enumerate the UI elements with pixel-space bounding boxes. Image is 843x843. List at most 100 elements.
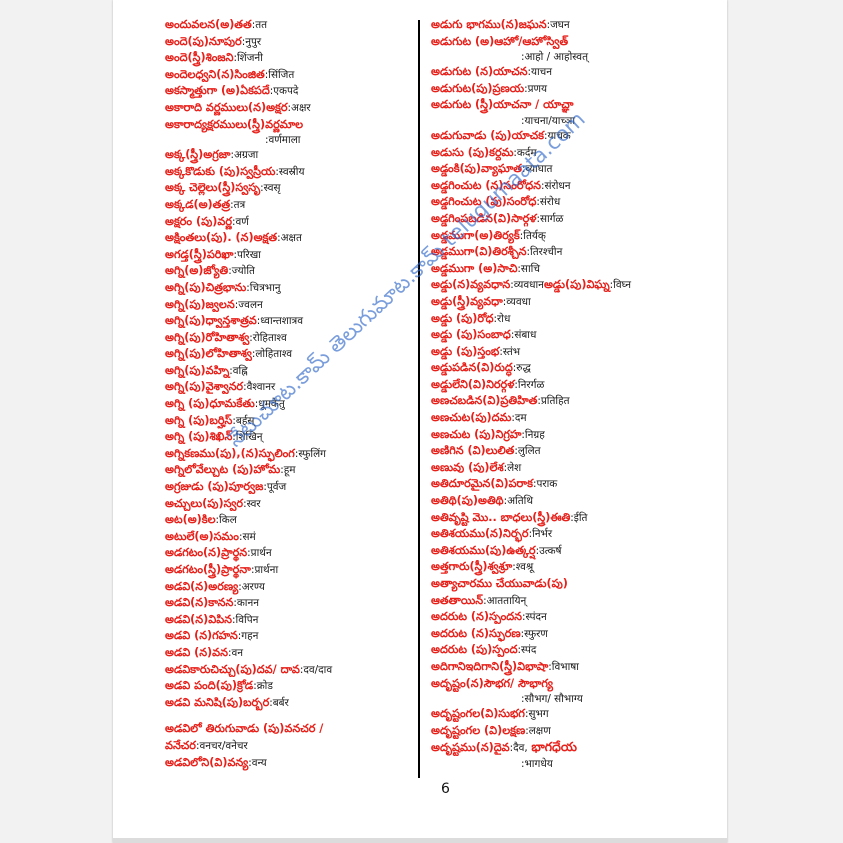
hindi-term: :स्वर (243, 497, 261, 510)
telugu-term: అగ్ని (పు)శిఖిన్ (165, 430, 233, 444)
telugu-term: అకస్మాత్తుగా (అ)ఏకపదే (165, 84, 270, 98)
telugu-term: అడవి పంది(పు)క్రోడ (165, 679, 254, 693)
hindi-term: :कानन (233, 597, 260, 610)
page-number: 6 (441, 781, 450, 797)
telugu-term: అతిశయము(పు)ఉత్కర్ష (431, 543, 536, 557)
dictionary-entry: అడవిలోని(వి)వన్య:वन्य (165, 755, 415, 772)
dictionary-entry: అడవి పంది(పు)క్రోడ:क्रोड (165, 678, 415, 695)
dictionary-entry: అతిశయము(న)నిర్భర:निर्भर (431, 526, 721, 543)
hindi-term: :याचन (527, 66, 553, 79)
dictionary-entry: అడ్డులేని(వి)నిరర్గళ:निरर्गळ (431, 377, 721, 394)
telugu-term: అక్షరం (పు)వర్ణ (165, 214, 232, 228)
dictionary-entry: అగ్ని(అ)జ్యోతి:ज्योति (165, 263, 415, 280)
telugu-term: అగ్ని(పు)ధ్వాన్తశాత్రవ (165, 314, 257, 328)
telugu-term: అతిశయము(న)నిర్భర (431, 527, 529, 541)
hindi-continuation: :सौभग/ सौभाग्य (521, 693, 583, 706)
dictionary-entry: అదృష్టంగల (వి)లక్షణ:लक्षण (431, 723, 721, 740)
telugu-term: అందెలధ్వని(న)సింజిత (165, 67, 265, 81)
telugu-term: అగ్ని (పు)బర్హిస్ (165, 413, 233, 427)
hindi-term: :व्यवधान (510, 279, 544, 292)
telugu-term: అడుగుట (అ)ఆహో/ఆహోస్విత్ (431, 34, 569, 48)
dictionary-entry: అదృష్టంగల(వి)సుభగ:सुभग (431, 706, 721, 723)
telugu-term: అదరుట (పు)స్పంద (431, 643, 518, 657)
telugu-term: అత్తగారు(స్త్రీ)శ్వశ్రూ (431, 560, 513, 574)
telugu-term: అక్కకొడుకు (పు)స్వస్రీయ (165, 164, 276, 178)
telugu-term: అడవి(న)అరణ్య (165, 579, 239, 593)
hindi-term: :समं (238, 530, 256, 543)
dictionary-entry: అడవిలో తిరుగువాడు (పు)వనచర / (165, 721, 415, 738)
hindi-term: :किल (215, 514, 237, 527)
hindi-continuation: :आहो / आहोस्वत् (521, 51, 589, 64)
hindi-term: :लुलित (514, 445, 541, 458)
telugu-term: అగ్ని(అ)జ్యోతి (165, 264, 229, 278)
telugu-term: అగ్నికణము(పు),(న)స్ఫులింగ (165, 446, 295, 460)
hindi-term: :पूर्वज (263, 481, 287, 494)
dictionary-entry: అగ్ని(పు)రోహితాశ్వ:रोहिताश्व (165, 330, 415, 347)
hindi-term: :पराक (532, 478, 558, 491)
hindi-term: :लेश (503, 461, 522, 474)
dictionary-entry: అడవి (న)వన:वन (165, 645, 415, 662)
telugu-term: అడ్డు(న)వ్యవధాన (431, 278, 511, 292)
viewer-background-right (727, 0, 843, 843)
telugu-term: అడవి(న)విపిన (165, 612, 233, 626)
dictionary-entry: అడ్డు(స్త్రీ)వ్యవధా:व्यवधा (431, 294, 721, 311)
telugu-term: అణచుట (పు)నిగ్రహ (431, 427, 522, 441)
dictionary-entry: అందువలన(అ)తత:तत (165, 17, 415, 34)
dictionary-entry: అకారాద్యక్షరములు(స్త్రీ)వర్ణమాల (165, 117, 415, 134)
dictionary-entry: అక్క(స్త్రీ)అగ్రజా:अग्रजा (165, 147, 415, 164)
hindi-term: :विपिन (232, 613, 259, 626)
dictionary-entry: అణచుట (పు)నిగ్రహ:निग्रह (431, 427, 721, 444)
telugu-term: అణువు (పు)లేశ (431, 460, 504, 474)
dictionary-entry: అడవి(న)కానన:कानन (165, 595, 415, 612)
dictionary-entry: అక్షరం (పు)వర్ణ:वर्ण (165, 214, 415, 231)
telugu-term: అడ్డుపడిన(వి)రుద్ధ (431, 361, 513, 375)
telugu-term: అక్క(స్త్రీ)అగ్రజా (165, 148, 231, 162)
hindi-term: :साचि (517, 262, 540, 275)
hindi-term: :प्रार्थन (247, 547, 272, 560)
telugu-term: అందె(పు)నూపుర (165, 34, 242, 48)
hindi-term: :शिंजनी (233, 52, 263, 65)
hindi-term: :चित्रभानु (246, 281, 281, 294)
dictionary-entry: అణచబడిన(వి)ప్రతిహిత:प्रतिहित (431, 393, 721, 410)
dictionary-entry: అత్యాచారము చేయువాడు(పు) (431, 576, 721, 593)
telugu-term: అదృష్టము(న)దైవ (431, 741, 510, 755)
hindi-term: :प्रतिहित (537, 395, 570, 408)
hindi-term: :ध्वान्तशात्रव (256, 315, 304, 328)
telugu-term: అడుగు భాగము(న)జఘన (431, 18, 547, 31)
hindi-term: :स्वस्रीय (275, 165, 305, 178)
dictionary-entry: అతిశయము(పు)ఉత్కర్ష:उत्कर्ष (431, 543, 721, 560)
dictionary-entry: అణచుట(పు)దమ:दम (431, 410, 721, 427)
dictionary-entry: అడవి(న)అరణ్య:अरण्य (165, 579, 415, 596)
dictionary-entry: అడ్డముగా (అ)సాచి:साचि (431, 261, 721, 278)
telugu-term: అక్షింతలు(పు). (న)అక్షత (165, 231, 278, 245)
dictionary-entry: అకారాది వర్ణములు(న)అక్షర:अक्षर (165, 100, 415, 117)
telugu-term: అడ్డులేని(వి)నిరర్గళ (431, 377, 515, 391)
telugu-term: అడుగుట (న)యాచన (431, 65, 528, 79)
telugu-term: అందె(స్త్రీ)శింజని (165, 51, 234, 65)
hindi-term: :अक्षत (277, 232, 302, 245)
telugu-term: అణిగిన (వి)లులిత (431, 444, 515, 458)
telugu-term: అక్కడ(అ)తత్ర (165, 197, 231, 211)
hindi-term: :नुपुर (241, 35, 262, 48)
dictionary-entry: ఆతతాయిన్:आततायिन् (431, 593, 721, 610)
hindi-term: :स्तंभ (499, 345, 521, 358)
hindi-term: :वन्य (248, 756, 267, 769)
telugu-term: అగడ్త(స్త్రీ)పరిఖా (165, 247, 234, 261)
hindi-term: :स्पंदन (522, 611, 547, 624)
hindi-term: :बर्बर (269, 696, 289, 709)
hindi-continuation: :वर्णमाला (265, 134, 301, 147)
dictionary-entry: అగడ్త(స్త్రీ)పరిఖా:परिखा (165, 247, 415, 264)
dictionary-entry: అడుగుట (అ)ఆహో/ఆహోస్విత్ (431, 34, 721, 51)
hindi-term: :रोहिताश्व (249, 331, 287, 344)
hindi-term: :क्रोड (253, 680, 273, 693)
telugu-term: అకారాది వర్ణములు(న)అక్షర (165, 100, 288, 114)
hindi-term: :तिरश्चीन (526, 246, 563, 259)
hindi-term: :अरण्य (238, 580, 265, 593)
hindi-term: :गहन (237, 630, 259, 643)
hindi-term: :व्यवधा (502, 295, 531, 308)
column-divider (418, 20, 420, 778)
telugu-term: అగ్ని(పు)లోహితాశ్వ (165, 347, 252, 361)
hindi-term: :सुभग (524, 708, 549, 721)
telugu-term-large: భాగధేయ (531, 739, 577, 755)
telugu-term: అడవిలో తిరుగువాడు (పు)వనచర / (165, 722, 324, 736)
